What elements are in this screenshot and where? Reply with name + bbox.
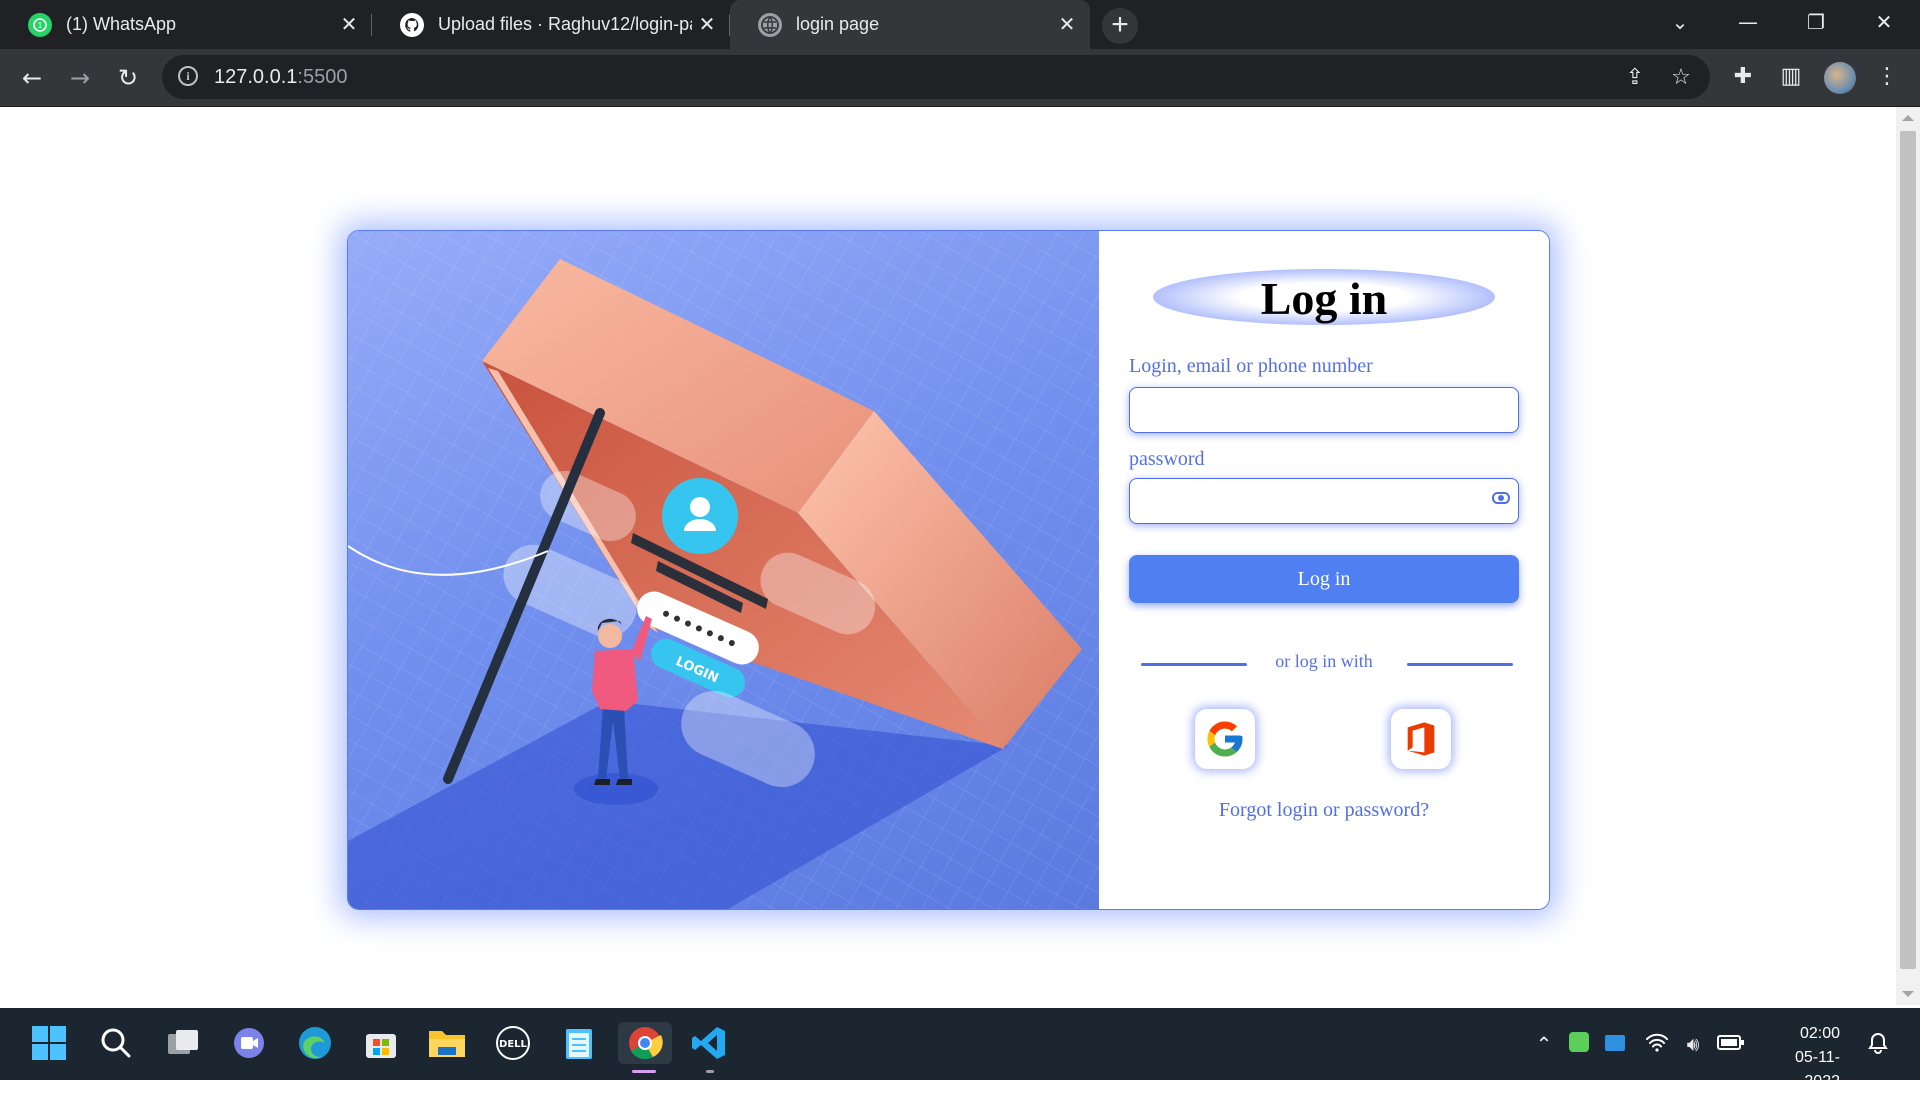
tab-login-page[interactable]: login page ✕ (730, 0, 1090, 49)
share-icon[interactable]: ⇪ (1622, 65, 1648, 91)
back-icon[interactable]: ← (16, 62, 48, 94)
office-login-button[interactable] (1391, 709, 1451, 769)
scrollbar[interactable] (1896, 107, 1920, 1005)
forward-icon[interactable]: → (64, 62, 96, 94)
svg-text:DELL: DELL (499, 1039, 528, 1050)
tab-title: login page (796, 14, 880, 34)
svg-text:1: 1 (38, 21, 43, 30)
dell-icon[interactable]: DELL (492, 1022, 534, 1064)
password-label: password (1129, 448, 1205, 470)
login-illustration: LOGIN (348, 231, 1099, 909)
tab-whatsapp[interactable]: 1 (1) WhatsApp ✕ (0, 0, 372, 49)
tab-strip: 1 (1) WhatsApp ✕ Upload files · Raghuv12… (0, 0, 1920, 49)
page-title: Log in (1260, 273, 1388, 324)
scroll-up-icon[interactable] (1902, 115, 1914, 121)
file-explorer-icon[interactable] (426, 1022, 468, 1064)
close-window-icon[interactable]: ✕ (1854, 0, 1914, 44)
windows-start-icon[interactable] (28, 1022, 70, 1064)
tab-github[interactable]: Upload files · Raghuv12/login-pa ✕ (372, 0, 730, 49)
globe-icon (758, 12, 782, 37)
search-icon[interactable] (95, 1022, 137, 1064)
browser-toolbar: ← → ↻ i 127.0.0.1:5500 ⇪ ☆ (0, 49, 1920, 107)
volume-icon[interactable]: 🔊︎ (1680, 1032, 1706, 1056)
login-card: LOGIN Log in Login, email or phone numbe… (347, 230, 1550, 910)
github-icon (400, 12, 424, 37)
heading-background: Log in (1153, 269, 1495, 325)
password-input[interactable] (1129, 478, 1519, 524)
profile-avatar[interactable] (1824, 62, 1856, 94)
chrome-active-indicator (632, 1070, 656, 1073)
clock-time: 02:00 (1799, 1025, 1840, 1042)
tab-search-icon[interactable]: ⌄ (1650, 0, 1710, 44)
close-tab-icon[interactable]: ✕ (334, 12, 364, 37)
notifications-icon[interactable] (1866, 1032, 1890, 1059)
vscode-running-indicator (706, 1070, 714, 1073)
restore-icon[interactable]: ❐ (1786, 0, 1846, 44)
close-tab-icon[interactable]: ✕ (692, 12, 722, 37)
or-login-with-text: or log in with (1275, 651, 1373, 671)
google-icon (1207, 721, 1243, 757)
login-form: Log in Login, email or phone number pass… (1099, 231, 1549, 909)
menu-icon[interactable]: ⋮ (1872, 62, 1902, 92)
forgot-password-link[interactable]: Forgot login or password? (1099, 799, 1549, 822)
address-bar[interactable]: i 127.0.0.1:5500 ⇪ ☆ (162, 55, 1710, 99)
reload-icon[interactable]: ↻ (112, 62, 144, 94)
show-password-icon[interactable] (1492, 492, 1510, 504)
whatsapp-icon: 1 (28, 12, 52, 37)
bookmark-star-icon[interactable]: ☆ (1668, 65, 1694, 91)
tray-display-icon[interactable] (1604, 1032, 1626, 1056)
system-clock[interactable]: 02:00 05-11-2022 (1766, 1022, 1840, 1094)
login-button[interactable]: Log in (1129, 555, 1519, 603)
site-info-icon[interactable]: i (178, 66, 198, 86)
url-text[interactable]: 127.0.0.1:5500 (214, 66, 347, 89)
chrome-icon[interactable] (618, 1022, 672, 1064)
close-tab-icon[interactable]: ✕ (1052, 12, 1082, 37)
wifi-icon[interactable] (1644, 1032, 1670, 1057)
teams-chat-icon[interactable] (228, 1022, 270, 1064)
microsoft-store-icon[interactable] (360, 1022, 402, 1064)
clock-date: 05-11-2022 (1794, 1049, 1840, 1090)
office-icon (1407, 722, 1435, 756)
extensions-icon[interactable]: ✚ (1728, 62, 1758, 92)
tab-title: Upload files · Raghuv12/login-pa (438, 14, 692, 34)
taskbar: DELL ⌃ 🔊︎ 02:00 05-11-2022 (0, 1008, 1920, 1090)
scrollbar-thumb[interactable] (1900, 131, 1916, 969)
scroll-down-icon[interactable] (1902, 991, 1914, 997)
google-login-button[interactable] (1195, 709, 1255, 769)
show-hidden-icons-icon[interactable]: ⌃ (1534, 1032, 1554, 1056)
divider-line-right (1407, 663, 1513, 666)
username-label: Login, email or phone number (1129, 355, 1373, 377)
edge-icon[interactable] (294, 1022, 336, 1064)
vscode-icon[interactable] (688, 1022, 730, 1064)
battery-icon[interactable] (1716, 1032, 1746, 1056)
username-input[interactable] (1129, 387, 1519, 433)
tab-title: (1) WhatsApp (66, 14, 177, 34)
task-view-icon[interactable] (162, 1022, 204, 1064)
side-panel-icon[interactable]: ▥ (1776, 62, 1806, 92)
minimize-icon[interactable]: — (1718, 0, 1778, 44)
new-tab-button[interactable]: + (1102, 8, 1138, 44)
tray-app-icon[interactable] (1568, 1032, 1590, 1057)
notepad-icon[interactable] (558, 1022, 600, 1064)
